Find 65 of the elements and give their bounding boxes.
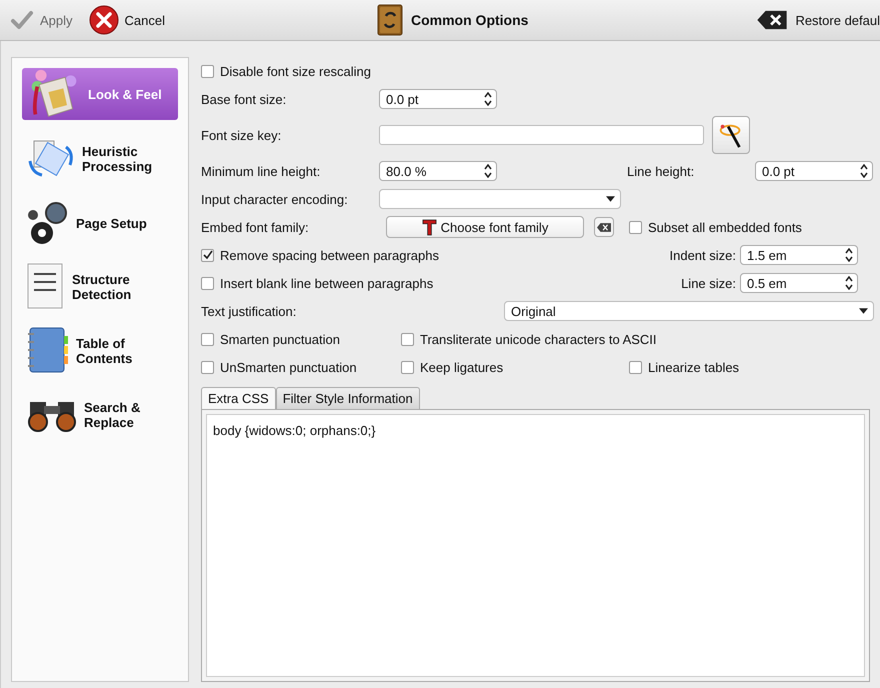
tab[interactable]: Filter Style Information [276, 387, 420, 409]
stepper-icon[interactable] [845, 276, 853, 290]
spin-box[interactable]: 0.5 em [740, 273, 858, 293]
sidebar-item[interactable]: Search & Replace [22, 390, 178, 440]
sidebar-item[interactable]: Page Setup [22, 198, 178, 248]
checkbox[interactable] [629, 220, 642, 234]
caret-icon [606, 196, 615, 202]
checkmark-icon [10, 8, 34, 32]
checkbox[interactable] [401, 360, 414, 374]
clear-icon [597, 222, 611, 232]
field-label: Indent size: [668, 248, 737, 262]
dialog-title: Common Options [411, 12, 528, 28]
sidebar-item[interactable]: Look & Feel [22, 68, 178, 120]
checkbox[interactable] [201, 332, 214, 346]
checkbox-option[interactable]: UnSmarten punctuation [201, 360, 401, 374]
checkbox-option[interactable]: Subset all embedded fonts [629, 220, 802, 234]
cancel-button[interactable]: Cancel [84, 5, 169, 35]
checkbox-option[interactable]: Disable font size rescaling [201, 64, 372, 78]
checkbox-option[interactable]: Remove spacing between paragraphs [201, 248, 656, 262]
checkbox-option[interactable]: Insert blank line between paragraphs [201, 276, 656, 290]
spin-box[interactable]: 0.0 pt [755, 161, 873, 181]
css-editor[interactable]: body {widows:0; orphans:0;} [206, 414, 865, 677]
justification-dropdown[interactable]: Original [504, 301, 874, 321]
book-icon [377, 4, 403, 36]
field-label: Line size: [680, 276, 737, 290]
field-label: Input character encoding: [201, 192, 349, 206]
checkbox-option[interactable]: Linearize tables [629, 360, 740, 374]
field-label: Embed font family: [201, 220, 310, 234]
spin-box[interactable]: 1.5 em [740, 245, 858, 265]
restore-defaults-button[interactable]: Restore defaul [751, 9, 880, 31]
checkbox-option[interactable]: Smarten punctuation [201, 332, 401, 346]
spin-box[interactable]: 80.0 % [379, 161, 497, 181]
clear-icon [755, 9, 790, 31]
wizard-button[interactable] [712, 116, 750, 154]
rotating-page-icon [26, 139, 76, 179]
clear-button[interactable] [594, 217, 614, 237]
field-label: Text justification: [201, 304, 298, 318]
checkbox[interactable] [201, 248, 214, 262]
tab[interactable]: Extra CSS [201, 387, 276, 409]
checkbox[interactable] [201, 64, 214, 78]
checkbox[interactable] [629, 360, 642, 374]
field-label: Base font size: [201, 92, 288, 106]
encoding-dropdown[interactable] [379, 189, 621, 209]
checkbox[interactable] [201, 276, 214, 290]
sidebar-item[interactable]: Structure Detection [22, 262, 178, 312]
sidebar-item[interactable]: Heuristic Processing [22, 134, 178, 184]
checkbox[interactable] [401, 332, 414, 346]
close-icon [88, 5, 119, 35]
sidebar-item[interactable]: Table of Contents [22, 326, 178, 376]
checkbox-option[interactable]: Transliterate unicode characters to ASCII [401, 332, 657, 346]
font-icon [422, 218, 437, 236]
field-label: Font size key: [201, 128, 282, 142]
field-label: Line height: [627, 164, 696, 178]
field-label: Minimum line height: [201, 164, 322, 178]
choose-font-button[interactable]: Choose font family [386, 216, 584, 238]
spin-box[interactable]: 0.0 pt [379, 89, 497, 109]
stepper-icon[interactable] [860, 164, 868, 178]
caret-icon [859, 308, 868, 314]
stepper-icon[interactable] [484, 92, 492, 106]
stepper-icon[interactable] [845, 248, 853, 262]
input-field[interactable] [379, 125, 704, 145]
checkbox[interactable] [201, 360, 214, 374]
stepper-icon[interactable] [484, 164, 492, 178]
checkbox-option[interactable]: Keep ligatures [401, 360, 629, 374]
gears-icon [26, 201, 70, 245]
